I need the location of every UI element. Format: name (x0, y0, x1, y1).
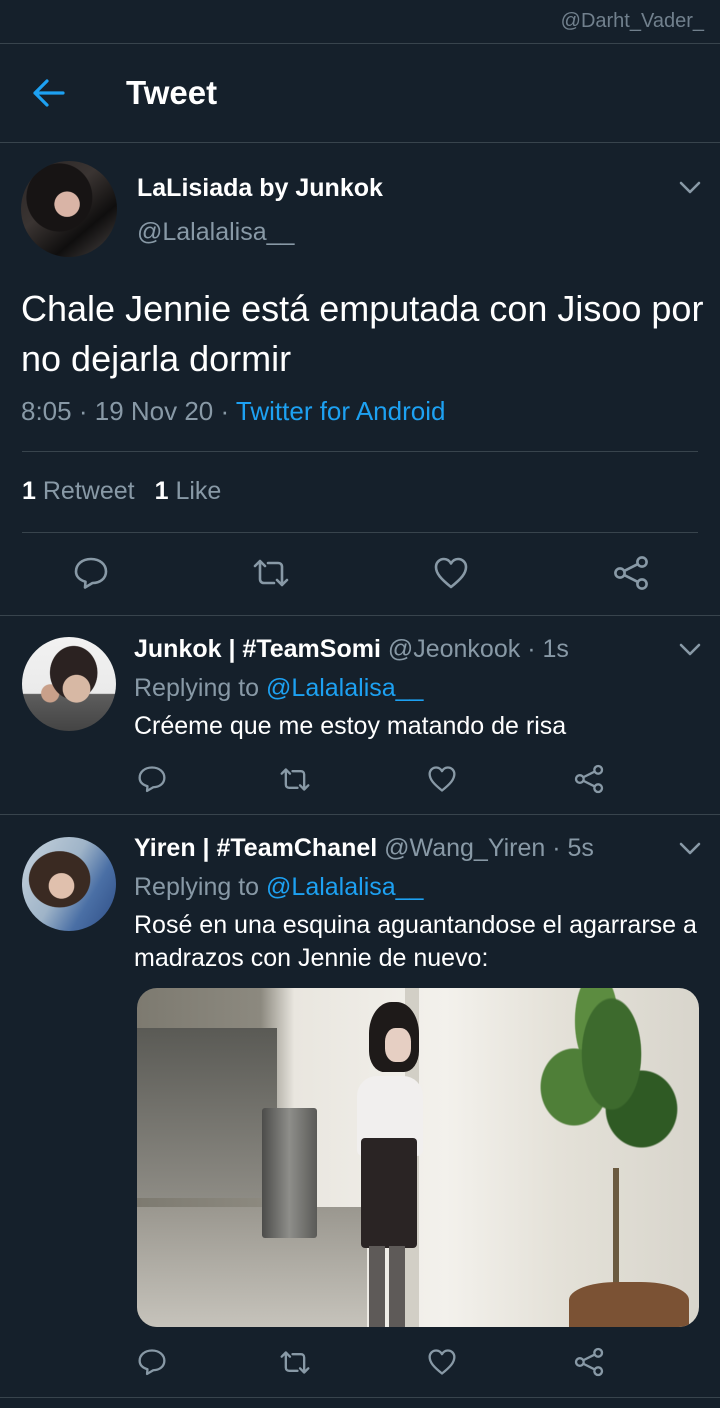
retweet-count: 1 (22, 477, 36, 505)
tweet-date: 19 Nov 20 (94, 396, 214, 426)
retweet-icon[interactable] (279, 767, 311, 792)
divider (0, 142, 720, 143)
replying-prefix: Replying to (134, 674, 260, 702)
reply-text: Rosé en una esquina aguantandose el agar… (134, 911, 697, 972)
reply-text: Créeme que me estoy matando de risa (134, 712, 567, 740)
app-header: Tweet (0, 44, 720, 142)
retweet-stat[interactable]: 1 Retweet (22, 477, 135, 505)
like-label: Like (175, 477, 222, 505)
divider (22, 451, 698, 452)
media-floor-shape (137, 1207, 367, 1327)
media-person-legs (369, 1246, 405, 1327)
media-person-face (385, 1028, 411, 1062)
tweet-time: 8:05 (21, 396, 72, 426)
meta-separator: · (220, 396, 236, 426)
reply-bubble-icon[interactable] (137, 765, 167, 793)
media-plant-shape (529, 988, 679, 1208)
retweet-icon[interactable] (279, 1350, 311, 1375)
tweet-text: Chale Jennie está emputada con Jisoo por… (21, 288, 704, 379)
meta-separator: · (545, 834, 568, 862)
chevron-down-icon[interactable] (679, 181, 701, 195)
divider (0, 1397, 720, 1398)
author-handle[interactable]: @Lalalalisa__ (137, 218, 294, 247)
avatar[interactable] (22, 637, 116, 731)
share-icon[interactable] (573, 1347, 605, 1377)
heart-icon[interactable] (427, 765, 457, 793)
reply-handle[interactable]: @Wang_Yiren (384, 834, 545, 862)
avatar[interactable] (22, 837, 116, 931)
reply-age: 1s (542, 635, 569, 663)
media-person-apron (361, 1138, 417, 1248)
reply-bubble-icon[interactable] (73, 556, 109, 590)
page-title: Tweet (126, 74, 218, 111)
avatar[interactable] (21, 161, 117, 257)
retweet-icon[interactable] (252, 558, 290, 588)
tweet-source-link[interactable]: Twitter for Android (236, 396, 446, 426)
divider (22, 532, 698, 533)
mention-link[interactable]: @Lalalalisa__ (266, 674, 423, 702)
chevron-down-icon[interactable] (679, 842, 701, 856)
reply-age: 5s (567, 834, 594, 862)
share-icon[interactable] (573, 764, 605, 794)
media-bin-shape (262, 1108, 317, 1238)
reply-display-name[interactable]: Yiren | #TeamChanel (134, 834, 377, 862)
reply-display-name[interactable]: Junkok | #TeamSomi (134, 635, 381, 663)
divider (0, 814, 720, 815)
meta-separator: · (520, 635, 543, 663)
reply-author-line: Yiren | #TeamChanel @Wang_Yiren · 5s (134, 834, 594, 863)
tweet-media-image[interactable] (137, 988, 699, 1327)
media-plant-pot (569, 1282, 689, 1327)
chevron-down-icon[interactable] (679, 643, 701, 657)
meta-separator: · (78, 396, 95, 426)
media-counter-shape (137, 1028, 277, 1198)
heart-icon[interactable] (433, 556, 469, 590)
tweet-meta: 8:05 · 19 Nov 20 · Twitter for Android (21, 396, 445, 427)
media-plant-trunk (613, 1168, 619, 1288)
mention-link[interactable]: @Lalalalisa__ (266, 873, 423, 901)
replying-prefix: Replying to (134, 873, 260, 901)
replying-to: Replying to @Lalalalisa__ (134, 674, 423, 703)
like-count: 1 (154, 477, 169, 505)
retweet-label: Retweet (42, 477, 135, 505)
watermark: @Darht_Vader_ (560, 10, 704, 32)
heart-icon[interactable] (427, 1348, 457, 1376)
replying-to: Replying to @Lalalalisa__ (134, 873, 423, 902)
share-icon[interactable] (612, 555, 650, 591)
reply-bubble-icon[interactable] (137, 1348, 167, 1376)
like-stat[interactable]: 1 Like (155, 477, 222, 505)
author-display-name[interactable]: LaLisiada by Junkok (137, 174, 383, 203)
reply-handle[interactable]: @Jeonkook (388, 635, 520, 663)
arrow-left-icon[interactable] (32, 78, 66, 108)
tweet-stats: 1 Retweet 1 Like (22, 477, 221, 506)
reply-author-line: Junkok | #TeamSomi @Jeonkook · 1s (134, 635, 569, 664)
divider (0, 615, 720, 616)
